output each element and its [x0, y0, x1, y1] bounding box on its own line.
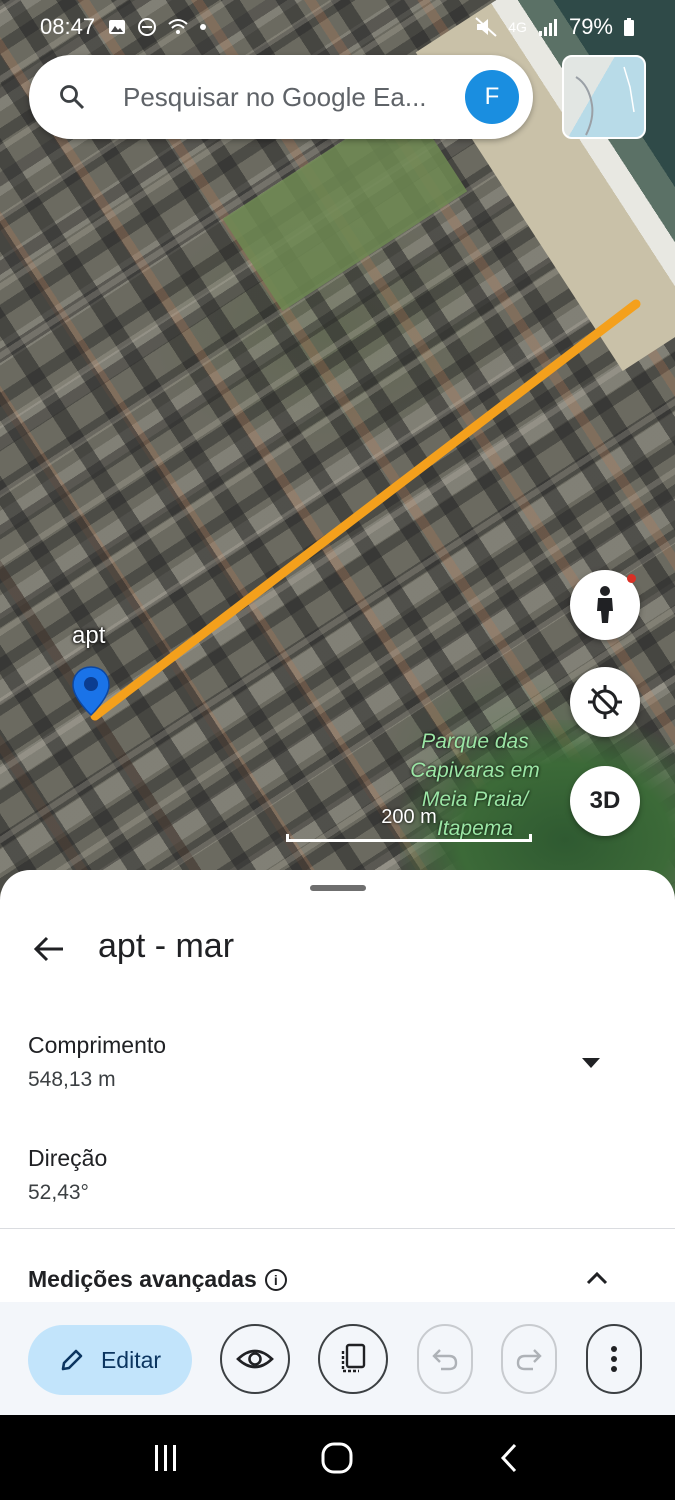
sheet-drag-handle[interactable] — [310, 885, 366, 891]
length-value: 548,13 m — [28, 1068, 116, 1091]
mute-icon — [475, 17, 497, 37]
location-pin-icon[interactable] — [71, 665, 111, 722]
map-scale: 200 m — [286, 806, 532, 842]
arrow-back-icon — [33, 936, 63, 962]
battery-icon — [624, 18, 634, 36]
location-disabled-icon — [588, 685, 622, 719]
scale-label: 200 m — [381, 806, 437, 828]
action-toolbar: Editar — [0, 1302, 675, 1415]
system-navigation-bar — [0, 1415, 675, 1500]
gallery-icon — [109, 20, 126, 34]
3d-toggle-button[interactable]: 3D — [570, 766, 640, 836]
search-input[interactable]: Pesquisar no Google Ea... — [123, 82, 443, 113]
wifi-icon — [168, 19, 188, 34]
redo-icon — [516, 1349, 542, 1371]
units-dropdown-icon[interactable] — [580, 1056, 602, 1068]
edit-label: Editar — [100, 1346, 162, 1373]
street-view-button[interactable] — [570, 570, 640, 640]
pegman-icon — [597, 586, 613, 623]
measurement-title: apt - mar — [98, 927, 235, 965]
length-label: Comprimento — [28, 1032, 167, 1058]
battery-percent: 79% — [568, 14, 613, 39]
home-icon — [321, 1442, 353, 1473]
direction-value: 52,43° — [28, 1181, 89, 1204]
network-type: 4G — [508, 19, 527, 35]
divider — [0, 1228, 675, 1229]
minimap-coastline-icon — [575, 66, 635, 136]
account-avatar[interactable]: F — [465, 70, 519, 124]
signal-icon — [538, 19, 557, 36]
visibility-button[interactable] — [220, 1324, 290, 1394]
redo-button[interactable] — [501, 1324, 557, 1394]
notification-dot-icon — [200, 24, 207, 30]
scale-bar — [286, 834, 532, 842]
more-options-button[interactable] — [586, 1324, 642, 1394]
copy-to-project-button[interactable] — [318, 1324, 388, 1394]
chevron-left-icon — [501, 1443, 517, 1472]
advanced-measurements-label: Medições avançadas — [28, 1266, 257, 1292]
chevron-up-icon[interactable] — [585, 1270, 609, 1291]
recents-icon — [154, 1444, 176, 1471]
more-vert-icon — [611, 1346, 617, 1372]
do-not-disturb-icon — [138, 18, 157, 36]
pencil-icon — [61, 1349, 83, 1371]
direction-label: Direção — [28, 1145, 108, 1171]
undo-icon — [432, 1349, 458, 1371]
home-button[interactable] — [307, 1428, 367, 1488]
copy-icon — [341, 1343, 366, 1373]
status-bar: 08:47 4G 79% — [0, 0, 675, 54]
eye-icon — [236, 1349, 274, 1369]
search-bar[interactable]: Pesquisar no Google Ea... F — [29, 55, 533, 139]
notification-dot — [627, 574, 636, 583]
back-button[interactable] — [28, 928, 70, 970]
status-time: 08:47 — [40, 14, 96, 39]
my-location-button[interactable] — [570, 667, 640, 737]
undo-button[interactable] — [417, 1324, 473, 1394]
search-icon — [57, 82, 87, 112]
info-icon[interactable]: i — [264, 1268, 287, 1291]
recent-apps-button[interactable] — [136, 1428, 196, 1488]
pin-label: apt — [72, 622, 106, 649]
minimap-thumbnail[interactable] — [562, 55, 646, 139]
advanced-measurements-toggle[interactable]: Medições avançadas i — [28, 1266, 287, 1293]
edit-button[interactable]: Editar — [28, 1325, 192, 1395]
system-back-button[interactable] — [479, 1428, 539, 1488]
